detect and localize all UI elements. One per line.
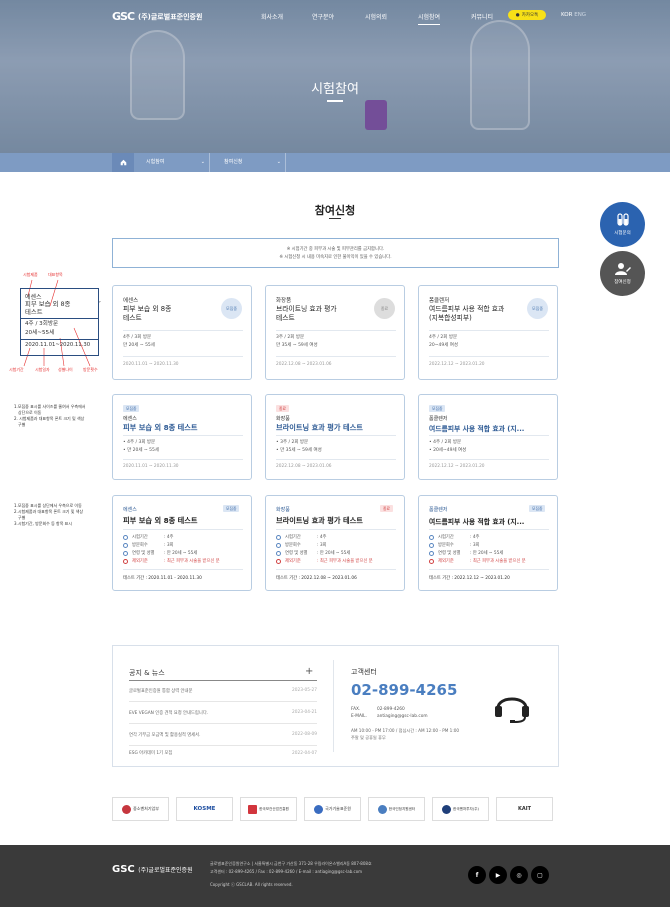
partner-logo[interactable]: 한국보건산업진흥원 bbox=[240, 797, 297, 821]
kakao-button[interactable]: ● 카카오톡 bbox=[508, 10, 546, 20]
breadcrumb: 시험참여 ⌄ 참여신청 ⌄ bbox=[0, 153, 670, 172]
title-underline bbox=[327, 100, 343, 102]
annotation-age: 성별나이 bbox=[58, 367, 73, 372]
clock-icon bbox=[123, 534, 128, 540]
test-card[interactable]: 종료 화장품 브라이트닝 효과 평가 테스트 • 3주 / 2회 방문 • 만 3… bbox=[265, 394, 405, 480]
emblem-icon bbox=[248, 804, 258, 814]
emblem-icon bbox=[122, 804, 132, 814]
nav-community[interactable]: 커뮤니티 bbox=[471, 12, 493, 21]
language-switch[interactable]: KOR ENG bbox=[561, 12, 586, 18]
status-badge: 모집중 bbox=[429, 405, 446, 412]
status-badge: 모집중 bbox=[223, 505, 240, 512]
breadcrumb-level2[interactable]: 참여신청 ⌄ bbox=[210, 153, 286, 172]
annotation-period: 시험기간 bbox=[9, 367, 24, 372]
logo-mark: GSC bbox=[112, 10, 135, 23]
customer-center-title: 고객센터 bbox=[351, 668, 377, 676]
customer-phone[interactable]: 02-899-4265 bbox=[351, 681, 457, 699]
lang-kor[interactable]: KOR bbox=[561, 12, 572, 18]
chevron-down-icon: ⌄ bbox=[276, 159, 281, 165]
notice-box: ※ 시험기간 중 피부과 시술 및 피부관리를 금지합니다. ※ 시험신청 시 … bbox=[112, 238, 559, 268]
section-title: 참여신청 bbox=[314, 204, 356, 217]
apply-button[interactable]: 참여신청 bbox=[600, 251, 645, 296]
emblem-icon bbox=[377, 804, 387, 814]
test-tube-icon bbox=[616, 213, 629, 226]
emblem-icon bbox=[314, 804, 324, 814]
blog-icon[interactable]: ▢ bbox=[531, 866, 549, 884]
customer-contact: FAX. 02-899-4260 E-MAIL. antiaging@gsc-lab… bbox=[351, 707, 428, 719]
news-title: 공지 & 뉴스 bbox=[129, 669, 165, 677]
partner-logo[interactable]: 한국벤처투자(주) bbox=[432, 797, 489, 821]
visit-icon bbox=[123, 542, 128, 548]
site-logo[interactable]: GSC (주)글로벌표준인증원 bbox=[112, 10, 202, 23]
user-edit-icon bbox=[614, 263, 631, 275]
news-item[interactable]: 글로벌표준인증원 통합 상력 안내문 2023-05-27 bbox=[129, 680, 317, 702]
exclude-icon bbox=[429, 558, 434, 564]
status-badge: 종료 bbox=[380, 505, 393, 512]
annotation-date: 시험일자 bbox=[35, 367, 50, 372]
clock-icon bbox=[429, 534, 434, 540]
partner-logo[interactable]: KAIT bbox=[496, 797, 553, 821]
test-inquiry-button[interactable]: 시험문의 bbox=[600, 202, 645, 247]
nav-about[interactable]: 회사소개 bbox=[261, 12, 283, 21]
instagram-icon[interactable]: ◎ bbox=[510, 866, 528, 884]
user-icon bbox=[123, 550, 128, 556]
emblem-icon bbox=[442, 804, 452, 814]
plus-icon[interactable]: + bbox=[305, 666, 313, 677]
customer-hours: AM 10:00 - PM 17:00 / 점심시간 : AM 12:00 - … bbox=[351, 728, 460, 740]
youtube-icon[interactable]: ▶ bbox=[489, 866, 507, 884]
status-badge: 종료 bbox=[374, 298, 395, 319]
annotation-visits: 방문횟수 bbox=[83, 367, 98, 372]
partner-logo[interactable]: 국가기술표준원 bbox=[304, 797, 361, 821]
news-item[interactable]: ESG 아카데미 1기 모집 2022-04-07 bbox=[129, 746, 317, 760]
breadcrumb-level1[interactable]: 시험참여 ⌄ bbox=[134, 153, 210, 172]
page-title: 시험참여 bbox=[311, 82, 359, 97]
test-card[interactable]: 폼클렌저 모집중 여드름피부 사용 적합 효과 (지... 시험기간: 4주 방… bbox=[418, 495, 558, 591]
home-icon[interactable] bbox=[112, 153, 134, 172]
test-card[interactable]: 에센스 모집중 피부 보습 외 8종 테스트 시험기간: 4주 방문회수: 3회… bbox=[112, 495, 252, 591]
chat-icon: ● bbox=[515, 12, 520, 18]
lang-eng[interactable]: ENG bbox=[574, 12, 586, 18]
status-badge: 종료 bbox=[276, 405, 289, 412]
test-card[interactable]: 모집중 에센스 피부 보습 외 8종 테스트 • 4주 / 3회 방문 • 만 2… bbox=[112, 394, 252, 480]
status-badge: 모집중 bbox=[529, 505, 546, 512]
news-item[interactable]: EVE VEGAN 인증 견적 요청 안내드립니다. 2023-04-21 bbox=[129, 702, 317, 724]
news-item[interactable]: 연각 기부금 모금액 및 활용실적 명세서. 2022-08-09 bbox=[129, 724, 317, 746]
title-underline bbox=[329, 218, 341, 219]
note-row3: 1.모집중 표시를 상단에서 우측으로 이동 2.시험제품과 대표항목 폰트 크… bbox=[14, 503, 84, 526]
nav-research[interactable]: 연구분야 bbox=[312, 12, 334, 21]
status-badge: 모집중 bbox=[123, 405, 140, 412]
facebook-icon[interactable]: f bbox=[468, 866, 486, 884]
test-card[interactable]: 에센스 피부 보습 외 8종 테스트 모집중 4주 / 3회 방문 만 20세 ~ … bbox=[112, 285, 252, 380]
nav-test-request[interactable]: 시험의뢰 bbox=[365, 12, 387, 21]
exclude-icon bbox=[276, 558, 281, 564]
user-icon bbox=[276, 550, 281, 556]
user-icon bbox=[429, 550, 434, 556]
visit-icon bbox=[276, 542, 281, 548]
status-badge: 모집중 bbox=[221, 298, 242, 319]
test-card[interactable]: 화장품 브라이트닝 효과 평가 테스트 종료 3주 / 2회 방문 만 35세 ~ … bbox=[265, 285, 405, 380]
test-card[interactable]: 모집중 폼클렌저 여드름피부 사용 적합 효과 (지... • 4주 / 2회 … bbox=[418, 394, 558, 480]
partner-logo[interactable]: 중소벤처기업부 bbox=[112, 797, 169, 821]
note-row2: 1.모집중 표시를 사이즈를 줄여서 우측에서 상단으로 이동 2. 시험제품과… bbox=[14, 404, 86, 427]
clock-icon bbox=[276, 534, 281, 540]
nav-test-join[interactable]: 시험참여 bbox=[418, 12, 441, 25]
footer-info: 글로벌표준인증원연구소 | 서울특별시 금천구 가산동 371-28 우림라이온… bbox=[210, 861, 372, 887]
partner-logo[interactable]: KOSME bbox=[176, 797, 233, 821]
footer-logo[interactable]: GSC (주)글로벌표준인증원 bbox=[112, 864, 193, 875]
test-card[interactable]: 화장품 종료 브라이트닝 효과 평가 테스트 시험기간: 4주 방문회수: 3회… bbox=[265, 495, 405, 591]
status-badge: 모집중 bbox=[527, 298, 548, 319]
chevron-down-icon: ⌄ bbox=[200, 159, 205, 165]
hero-banner bbox=[0, 0, 670, 153]
test-card[interactable]: 폼클렌저 여드름피부 사용 적합 효과 (지복합성피부) 모집중 4주 / 2회 … bbox=[418, 285, 558, 380]
headset-icon bbox=[495, 697, 529, 723]
annotation-sample-card: 에센스 피부 보습 외 8종 테스트 4주 / 3회방문 20세~55세 202… bbox=[20, 288, 99, 356]
visit-icon bbox=[429, 542, 434, 548]
exclude-icon bbox=[123, 558, 128, 564]
logo-name: (주)글로벌표준인증원 bbox=[138, 12, 203, 21]
partner-logo[interactable]: 한국인정지원센터 bbox=[368, 797, 425, 821]
